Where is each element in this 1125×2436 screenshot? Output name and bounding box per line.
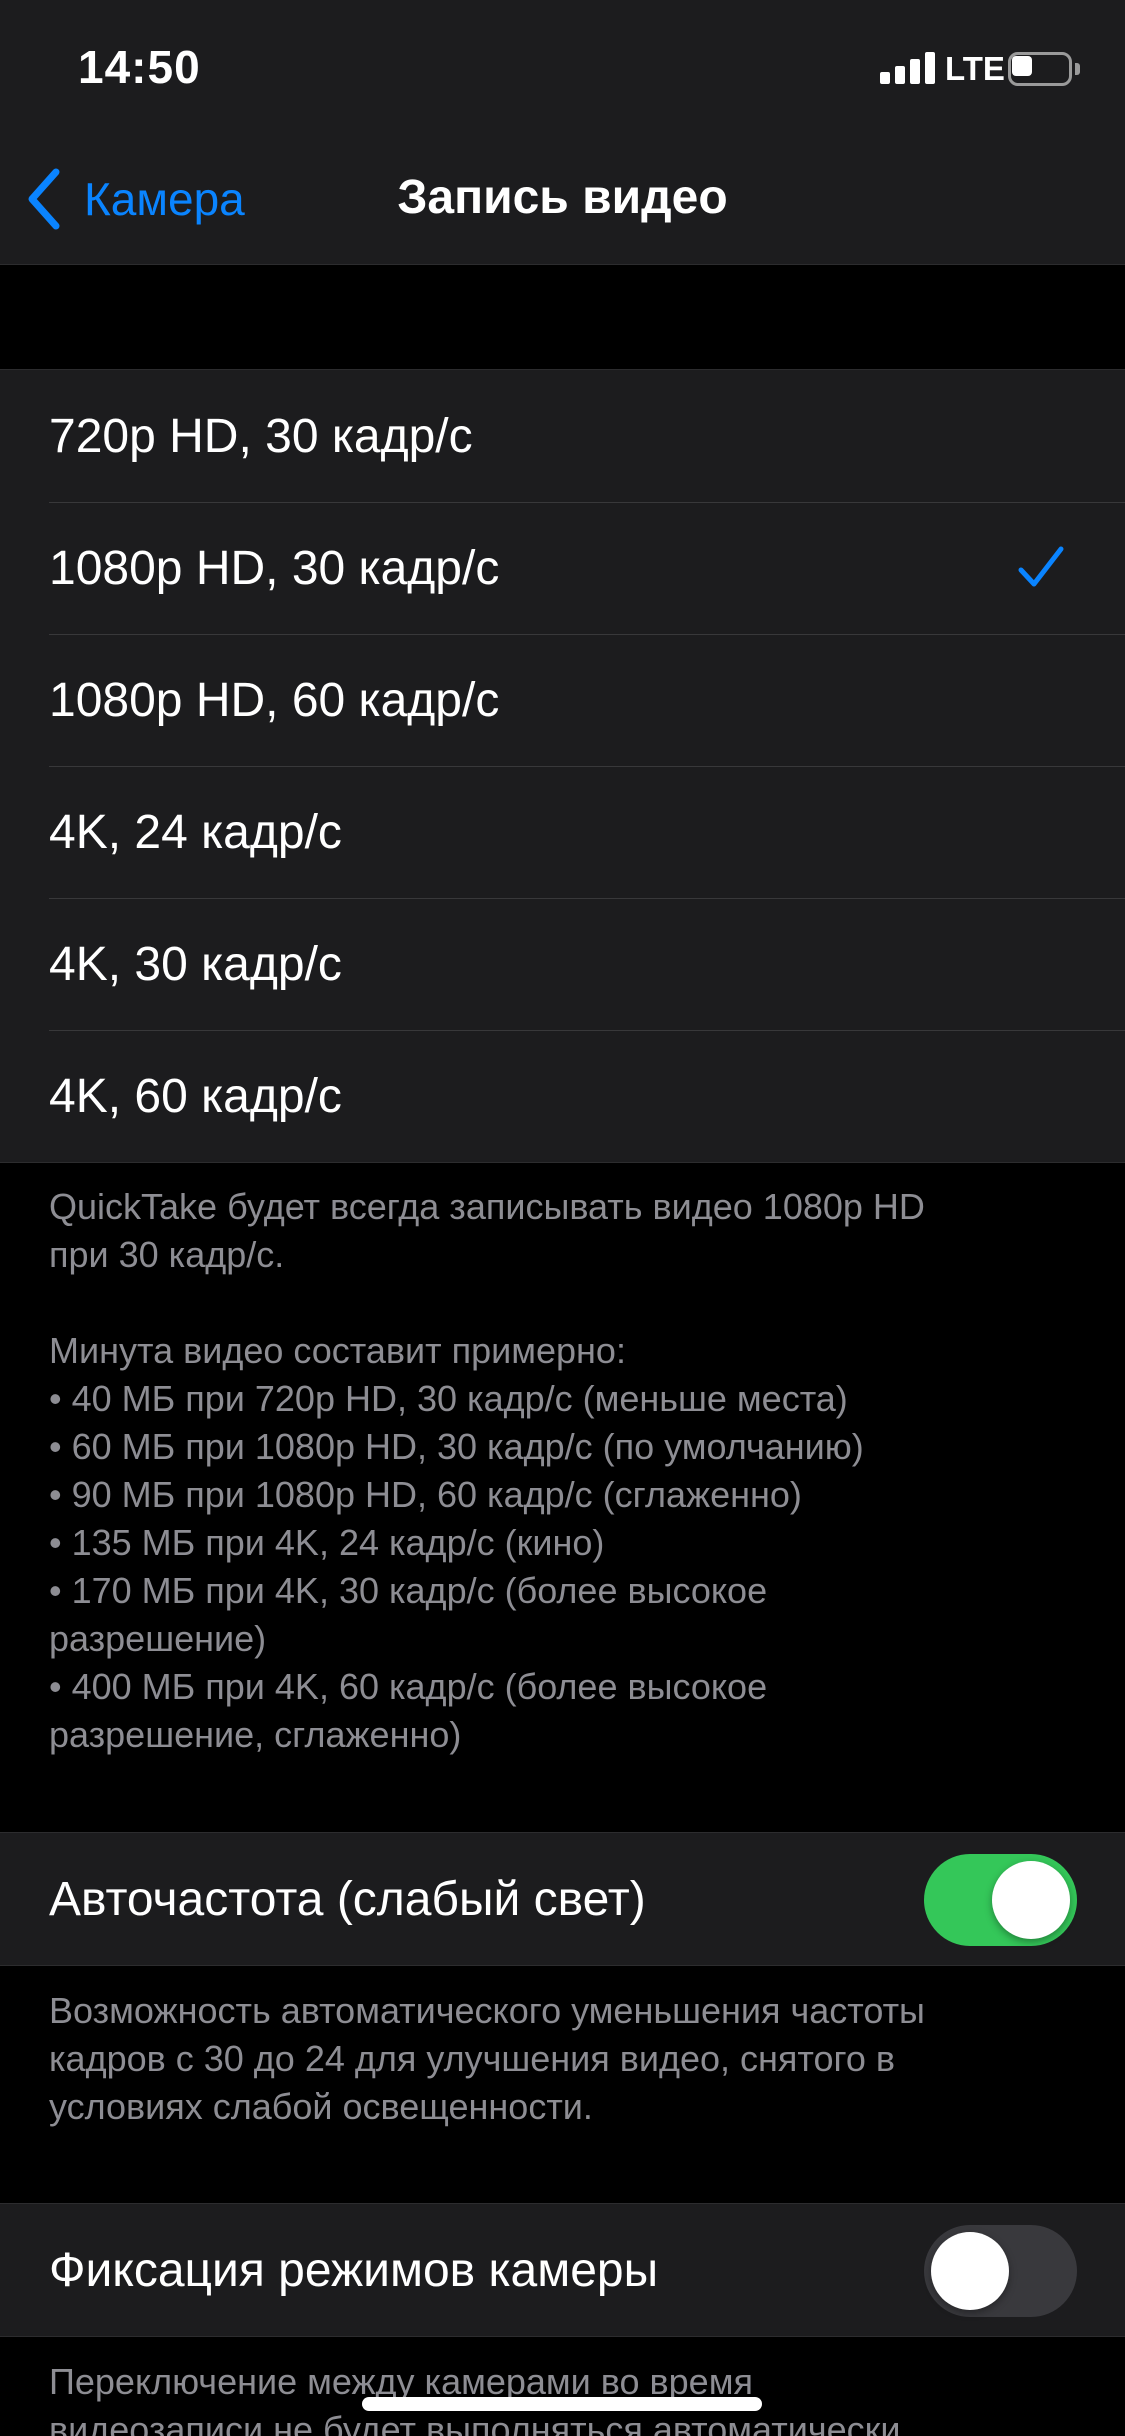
battery-icon xyxy=(1008,52,1080,86)
status-bar: 14:50 LTE xyxy=(0,0,1125,140)
format-footer: QuickTake будет всегда записывать видео … xyxy=(49,1183,1089,1759)
footer-line: • 40 МБ при 720p HD, 30 кадр/с (меньше м… xyxy=(49,1378,848,1419)
footer-line: Минута видео составит примерно: xyxy=(49,1330,626,1371)
format-label: 1080p HD, 60 кадр/с xyxy=(49,673,500,727)
auto-fps-group: Авточастота (слабый свет) xyxy=(0,1832,1125,1966)
format-label: 4K, 30 кадр/с xyxy=(49,937,342,991)
screen: 14:50 LTE Камера Запись видео 720p HD, 3… xyxy=(0,0,1125,2436)
footer-line: при 30 кадр/с. xyxy=(49,1234,285,1275)
format-option-4k-30[interactable]: 4K, 30 кадр/с xyxy=(0,898,1125,1030)
footer-line: • 400 МБ при 4K, 60 кадр/с (более высоко… xyxy=(49,1666,768,1707)
format-option-1080p-30[interactable]: 1080p HD, 30 кадр/с xyxy=(0,502,1125,634)
signal-bars-icon xyxy=(880,52,936,84)
format-option-4k-60[interactable]: 4K, 60 кадр/с xyxy=(0,1030,1125,1162)
auto-fps-label: Авточастота (слабый свет) xyxy=(49,1872,646,1926)
lock-camera-row: Фиксация режимов камеры xyxy=(0,2204,1125,2336)
footer-line: кадров с 30 до 24 для улучшения видео, с… xyxy=(49,2038,895,2079)
checkmark-icon xyxy=(1018,546,1064,587)
status-time: 14:50 xyxy=(78,41,201,93)
footer-line: • 135 МБ при 4K, 24 кадр/с (кино) xyxy=(49,1522,605,1563)
format-option-720p-30[interactable]: 720p HD, 30 кадр/с xyxy=(0,370,1125,502)
auto-fps-row: Авточастота (слабый свет) xyxy=(0,1833,1125,1965)
format-label: 4K, 60 кадр/с xyxy=(49,1069,342,1123)
format-label: 4K, 24 кадр/с xyxy=(49,805,342,859)
video-format-list: 720p HD, 30 кадр/с 1080p HD, 30 кадр/с 1… xyxy=(0,369,1125,1163)
format-label: 1080p HD, 30 кадр/с xyxy=(49,541,500,595)
footer-line: QuickTake будет всегда записывать видео … xyxy=(49,1186,925,1227)
footer-line: Возможность автоматического уменьшения ч… xyxy=(49,1990,925,2031)
format-label: 720p HD, 30 кадр/с xyxy=(49,409,473,463)
lock-camera-label: Фиксация режимов камеры xyxy=(49,2243,659,2297)
toggle-knob xyxy=(992,1861,1070,1939)
auto-fps-toggle[interactable] xyxy=(924,1854,1077,1946)
lock-camera-toggle[interactable] xyxy=(924,2225,1077,2317)
network-type: LTE xyxy=(945,50,1005,87)
lock-camera-group: Фиксация режимов камеры xyxy=(0,2203,1125,2337)
toggle-knob xyxy=(931,2232,1009,2310)
footer-line: условиях слабой освещенности. xyxy=(49,2086,593,2127)
footer-line: • 60 МБ при 1080p HD, 30 кадр/с (по умол… xyxy=(49,1426,864,1467)
page-title: Запись видео xyxy=(397,171,728,224)
format-option-4k-24[interactable]: 4K, 24 кадр/с xyxy=(0,766,1125,898)
footer-line: • 90 МБ при 1080p HD, 60 кадр/с (сглажен… xyxy=(49,1474,802,1515)
footer-line: • 170 МБ при 4K, 30 кадр/с (более высоко… xyxy=(49,1570,768,1611)
format-option-1080p-60[interactable]: 1080p HD, 60 кадр/с xyxy=(0,634,1125,766)
auto-fps-footer: Возможность автоматического уменьшения ч… xyxy=(49,1987,1089,2131)
footer-line: разрешение, сглаженно) xyxy=(49,1714,462,1755)
home-indicator[interactable] xyxy=(362,2397,762,2411)
navigation-bar: Камера Запись видео xyxy=(0,140,1125,265)
footer-line: разрешение) xyxy=(49,1618,267,1659)
